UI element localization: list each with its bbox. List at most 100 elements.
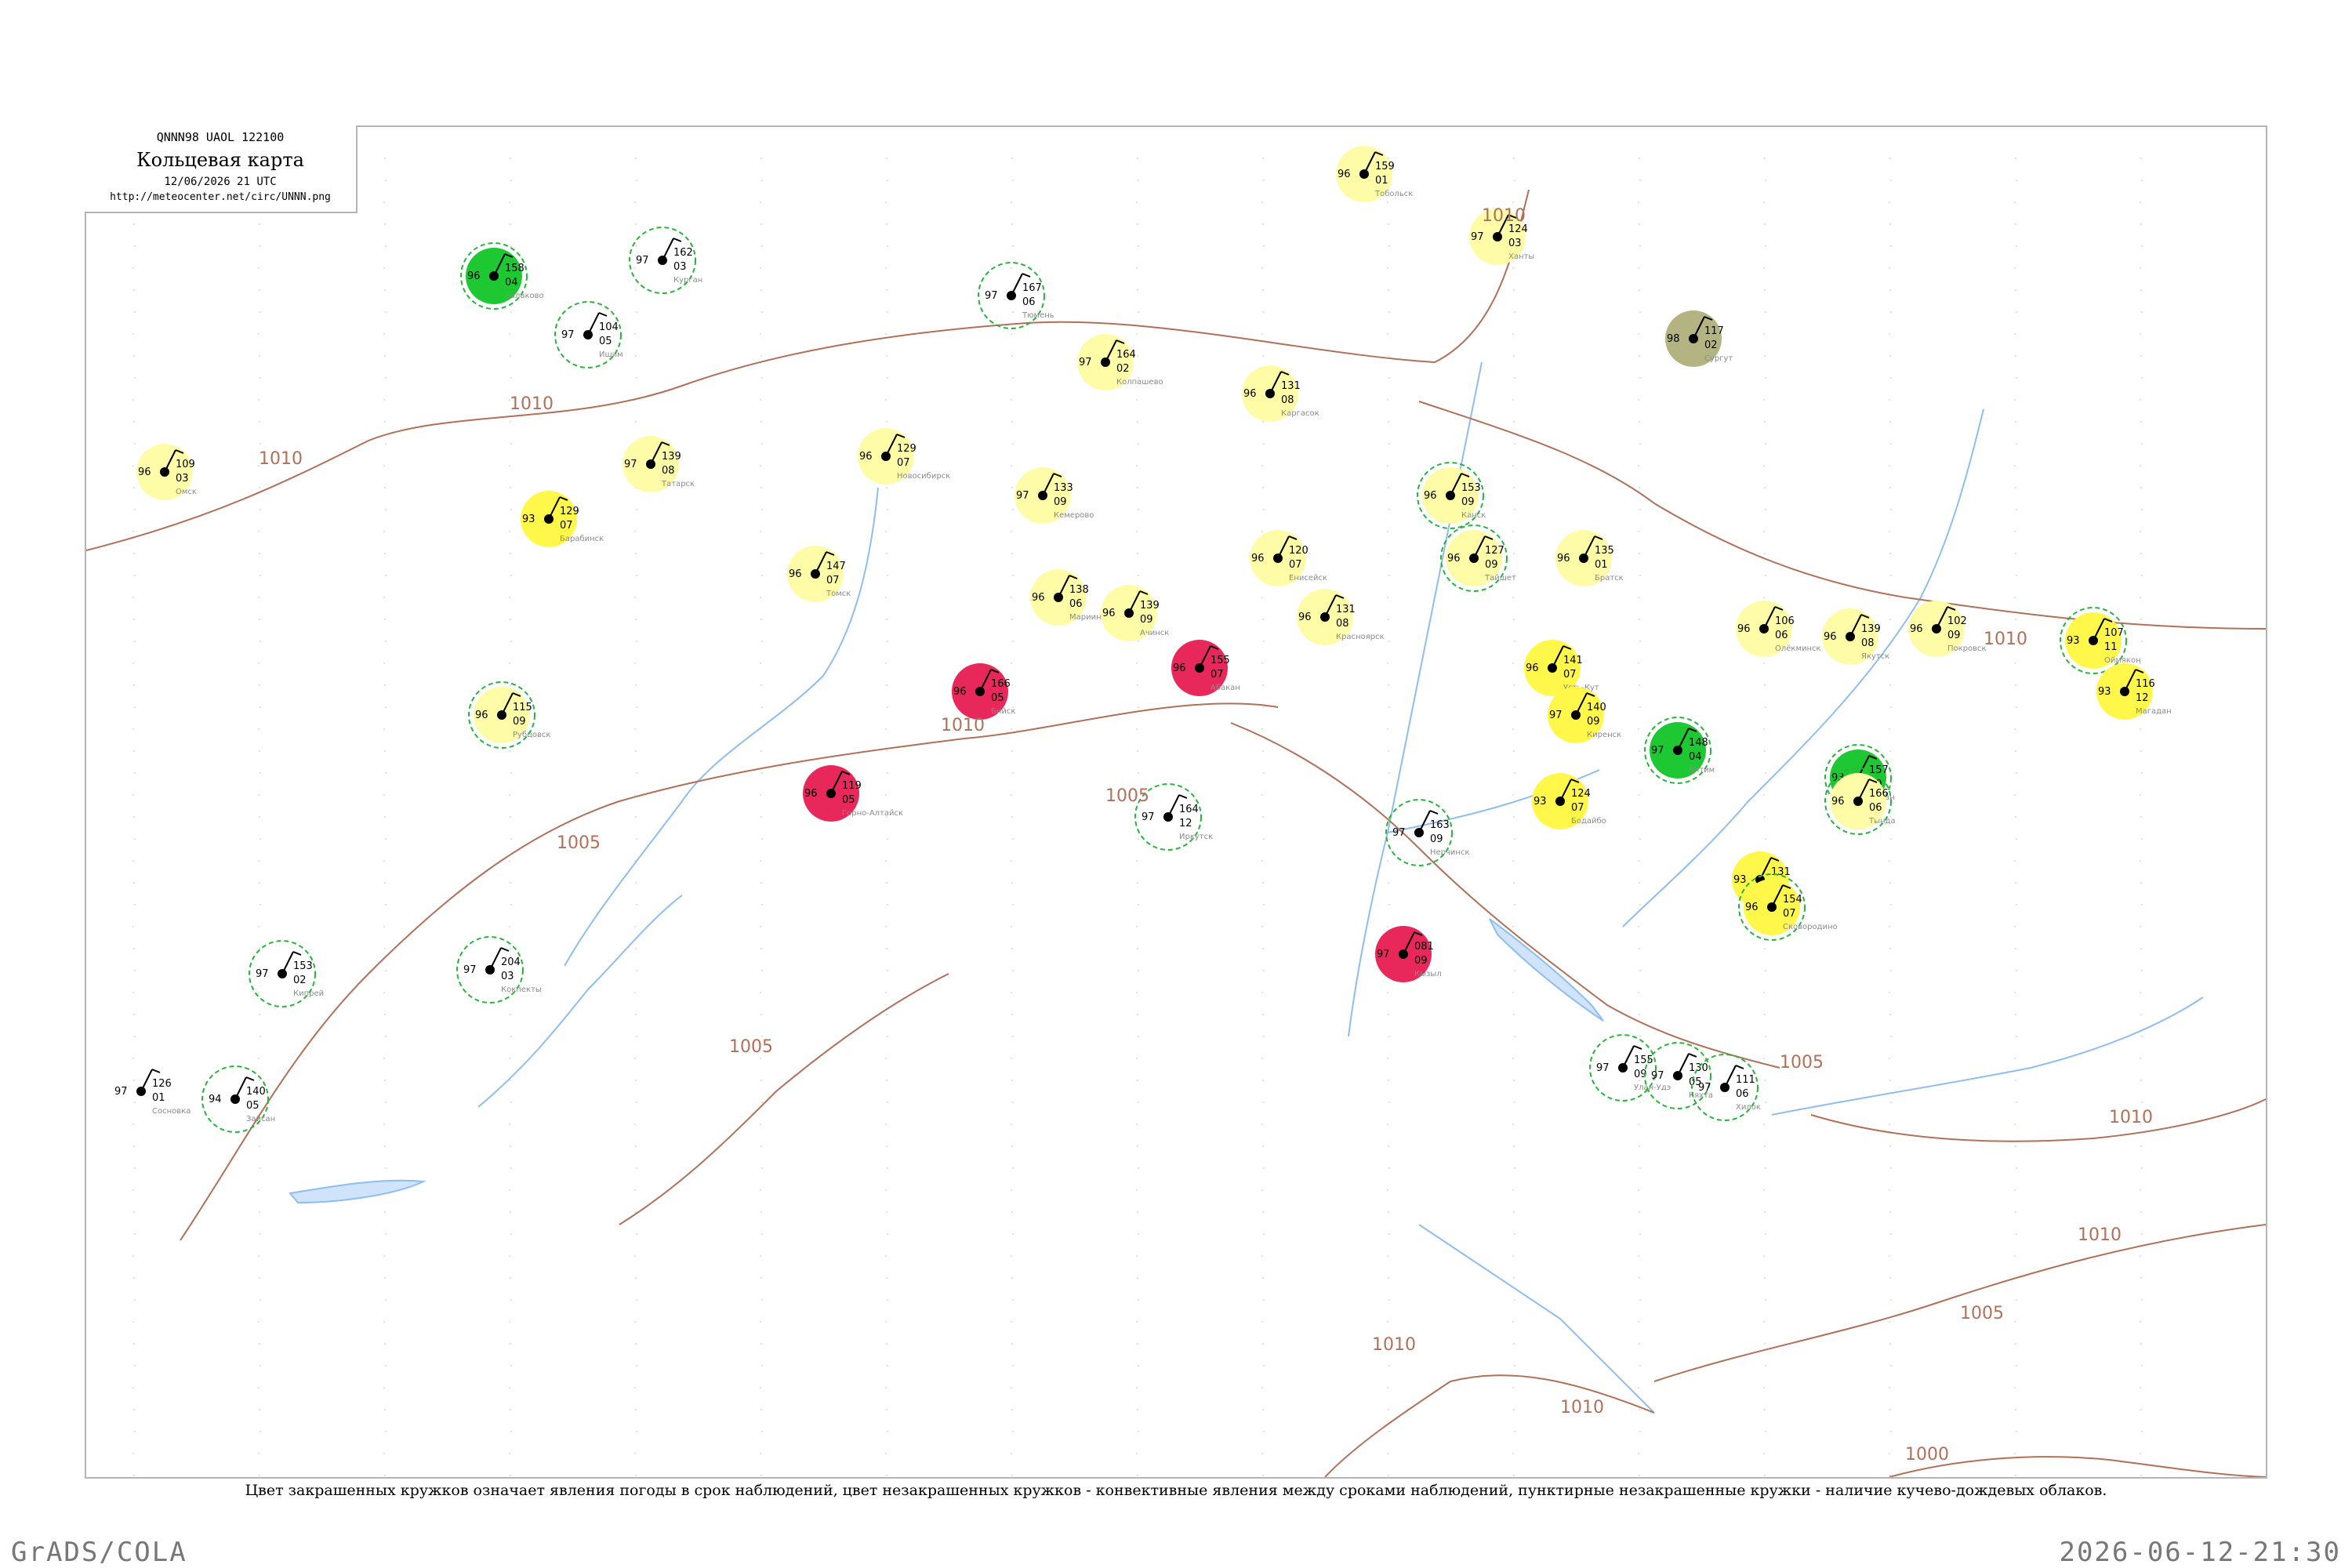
station-21[interactable]: 131 96 08 Красноярск — [1297, 589, 1385, 645]
station-7[interactable]: 159 96 01 Тобольск — [1336, 146, 1413, 202]
station-29[interactable]: 106 96 06 Олёкминск — [1736, 601, 1821, 657]
station-44[interactable]: 204 97 03 Кокпекты — [456, 936, 542, 1004]
station-16[interactable]: 147 96 07 Томск — [787, 546, 851, 602]
tendency-value: 07 — [897, 457, 910, 469]
tendency-value: 08 — [1861, 637, 1875, 649]
source-url[interactable]: http://meteocenter.net/circ/UNNN.png — [85, 191, 356, 203]
station-18[interactable]: 1389606Мариинск — [1030, 569, 1110, 626]
station-19[interactable]: 139 96 09 Ачинск — [1101, 585, 1169, 641]
station-28[interactable]: 148 97 04 Витим — [1644, 717, 1715, 784]
isobar-label: 1010 — [2078, 1225, 2122, 1245]
pressure-value: 081 — [1414, 941, 1434, 953]
station-name: Кызыл — [1414, 970, 1442, 978]
station-17[interactable]: 133 97 09 Кемерово — [1014, 467, 1094, 524]
station-45[interactable]: 140 94 05 Зайсан — [201, 1065, 275, 1133]
tendency-value: 07 — [826, 575, 840, 586]
station-40[interactable]: 155 96 07 Абакан — [1171, 640, 1240, 696]
station-23[interactable]: 127 96 09 Тайшет — [1440, 524, 1516, 592]
temperature-value: 96 — [1526, 662, 1539, 674]
station-5[interactable]: 162 97 03 Курган — [629, 227, 702, 294]
station-39[interactable]: 119 96 05 Горно-Алтайск — [803, 765, 903, 822]
pressure-value: 135 — [1595, 545, 1614, 557]
station-33[interactable]: 116 93 12 Магадан — [2096, 663, 2172, 720]
station-15[interactable]: 129 96 07 Новосибирск — [858, 428, 950, 485]
isobar-label: 1010 — [1482, 206, 1526, 226]
station-42[interactable]: 115 96 09 Рубцовск — [468, 681, 550, 749]
station-12[interactable]: 139 97 08 Татарск — [622, 436, 695, 492]
station-name: Горно-Алтайск — [842, 809, 903, 818]
station-22[interactable]: 153 96 09 Канск — [1417, 462, 1486, 529]
station-4[interactable]: 104 97 05 Ишим — [554, 301, 623, 368]
station-1[interactable]: 126 97 01 Сосновка — [114, 1069, 191, 1116]
station-2[interactable]: 153 97 02 Кипрей — [249, 940, 324, 1007]
pressure-value: 153 — [293, 960, 313, 972]
station-name: Омск — [176, 488, 197, 496]
temperature-value: 97 — [1549, 710, 1563, 721]
pressure-value: 139 — [1140, 600, 1160, 612]
temperature-value: 96 — [789, 568, 802, 580]
tendency-value: 03 — [673, 261, 687, 273]
station-9[interactable]: 117 98 02 Сургут — [1665, 310, 1733, 367]
station-49[interactable]: 163 97 09 Нерчинск — [1385, 799, 1470, 866]
temperature-value: 96 — [1251, 553, 1265, 564]
station-10[interactable]: 109 96 03 Омск — [136, 444, 197, 500]
station-48[interactable]: 111 97 06 Хилок — [1691, 1054, 1761, 1121]
lake-balkhash — [289, 1179, 426, 1204]
tendency-value: 07 — [1210, 669, 1224, 681]
pressure-value: 167 — [1022, 282, 1042, 294]
pressure-value: 164 — [1179, 804, 1199, 815]
temperature-value: 96 — [1824, 631, 1837, 643]
pressure-value: 130 — [1689, 1062, 1708, 1074]
station-30[interactable]: 139 96 08 Якутск — [1822, 608, 1889, 665]
station-11[interactable]: 129 93 07 Барабинск — [521, 491, 604, 547]
pressure-value: 154 — [1783, 894, 1802, 906]
station-name: Тюмень — [1022, 311, 1054, 320]
station-name: Енисейск — [1289, 574, 1327, 583]
station-24[interactable]: 135 96 01 Братск — [1555, 530, 1624, 586]
river-irtysh — [477, 895, 683, 1108]
tendency-value: 02 — [1116, 363, 1130, 375]
station-26[interactable]: 140 97 09 Киренск — [1548, 687, 1621, 743]
temperature-value: 97 — [463, 964, 477, 976]
wind-barb-icon — [587, 312, 600, 336]
station-name: Бийск — [991, 707, 1015, 716]
pressure-value: 166 — [991, 678, 1011, 690]
isobar-label: 1005 — [1105, 786, 1149, 806]
pressure-value: 131 — [1771, 866, 1791, 878]
station-38[interactable]: 166 96 05 Бийск — [952, 663, 1015, 720]
station-47[interactable]: 1309705Кяхта — [1644, 1042, 1713, 1109]
tendency-value: 01 — [152, 1092, 165, 1104]
station-27[interactable]: 124 93 07 Бодайбо — [1532, 773, 1606, 829]
tendency-value: 05 — [246, 1100, 260, 1112]
tendency-value: 03 — [501, 971, 514, 982]
weather-map[interactable]: 126 97 01 Сосновка 153 97 02 Кипрей 158 96 04 Балак… — [86, 127, 2266, 1477]
temperature-value: 96 — [1243, 388, 1257, 400]
station-20[interactable]: 120 96 07 Енисейск — [1250, 530, 1327, 586]
station-14[interactable]: 131 96 08 Каргасок — [1242, 365, 1319, 422]
station-31[interactable]: 102 96 09 Покровск — [1908, 601, 1987, 657]
station-46[interactable]: 1559709Улан-Удэ — [1589, 1034, 1671, 1102]
temperature-value: 96 — [1447, 553, 1461, 564]
temperature-value: 97 — [1016, 490, 1029, 502]
station-name: Татарск — [661, 480, 695, 488]
isobar-label: 1010 — [1372, 1335, 1416, 1355]
station-name: Бодайбо — [1571, 817, 1606, 826]
station-name: Тында — [1868, 817, 1896, 826]
temperature-value: 96 — [1173, 662, 1186, 674]
pressure-value: 162 — [673, 247, 693, 259]
pressure-value: 106 — [1775, 615, 1795, 627]
station-3[interactable]: 158 96 04 Балаково — [460, 242, 544, 310]
station-41[interactable]: 081 97 09 Кызыл — [1375, 926, 1442, 982]
station-13[interactable]: 164 97 02 Колпашево — [1077, 334, 1163, 390]
station-name: Киренск — [1587, 731, 1621, 739]
station-6[interactable]: 167 97 06 Тюмень — [978, 262, 1054, 329]
pressure-value: 153 — [1461, 482, 1481, 494]
pressure-value: 140 — [246, 1086, 266, 1098]
station-name: Томск — [826, 590, 851, 598]
tendency-value: 01 — [1595, 559, 1608, 571]
wind-barb-icon — [140, 1069, 153, 1092]
pressure-value: 164 — [1116, 349, 1136, 361]
station-name: Сосновка — [152, 1107, 191, 1116]
station-name: Барабинск — [560, 535, 604, 543]
station-25[interactable]: 1419607Усть-Кут — [1524, 640, 1599, 696]
